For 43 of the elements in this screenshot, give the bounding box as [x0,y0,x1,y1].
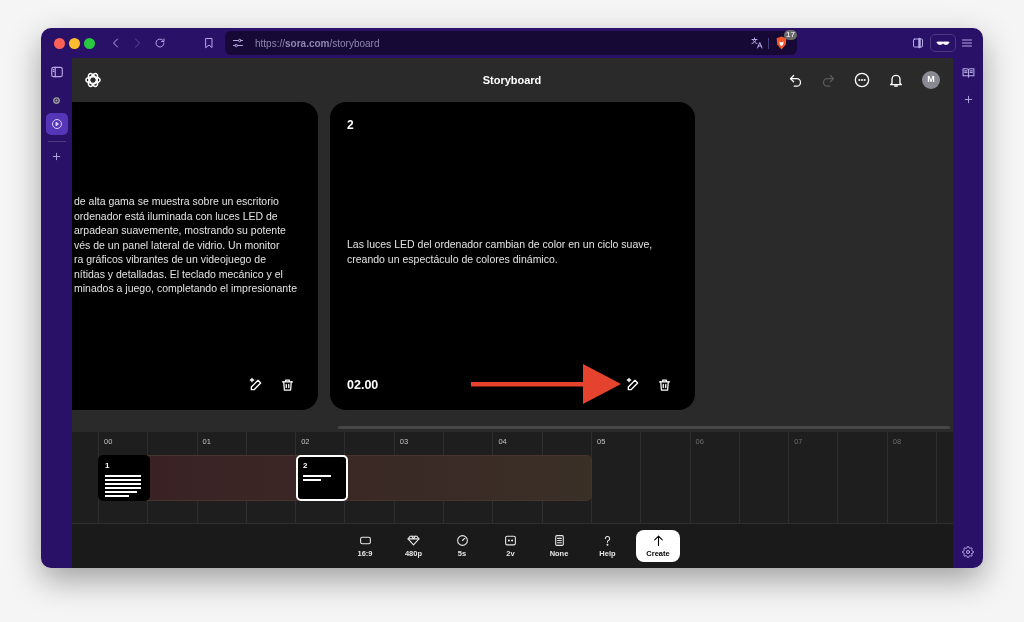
gear-icon[interactable] [962,546,974,558]
clip-thumbnail[interactable]: 2 [296,455,348,501]
tune-icon[interactable] [232,37,244,49]
text-lines-icon [303,475,331,483]
scene-number: 2 [347,117,354,134]
shield-icon[interactable] [775,36,788,50]
bookmark-icon[interactable] [203,37,215,49]
scene-time: 02.00 [347,376,379,394]
more-icon[interactable] [854,72,870,88]
scene-description: Las luces LED del ordenador cambian de color en un ciclo suave, creando un espectáculo de colores dinámico. [347,237,654,267]
minimize-window-button[interactable] [69,37,80,49]
zoom-window-button[interactable] [84,37,95,49]
ring-icon[interactable] [52,95,61,105]
clip-thumbnail[interactable]: 1 [98,455,150,501]
dots-square-icon [504,534,517,547]
bell-icon[interactable] [888,72,904,88]
book-icon[interactable] [961,66,975,79]
plus-icon[interactable] [51,151,62,162]
trash-icon[interactable] [657,377,672,393]
scene-description: de alta gama se muestra sobre un escritorio ordenador está iluminada con luces LED de arpadean suavemente, mostrando su potente vés de un panel lateral de vidrio. Un monitor ra gráficos vibrantes de un videojuego de nítidas y detalladas. El teclado mecánico y el minados a juego, completando el impresionante [74,193,297,297]
address-bar[interactable]: https://sora.com/storyboard 17 [225,31,797,55]
url-text[interactable]: https://sora.com/storyboard [255,35,380,51]
close-window-button[interactable] [54,37,65,49]
reload-icon[interactable] [154,37,166,49]
menu-icon[interactable] [961,37,973,49]
plus-icon[interactable] [962,94,974,105]
arrow-up-icon [651,534,665,547]
rectangle-icon [358,534,372,547]
translate-icon[interactable] [751,37,763,49]
atom-logo-icon[interactable] [84,71,102,89]
pencil-sparkle-icon[interactable] [625,377,641,393]
gem-icon [407,534,420,547]
reader-button[interactable] [930,34,956,52]
timer-icon [455,534,469,547]
count-badge: 17 [784,30,797,40]
undo-icon[interactable] [788,72,803,88]
trash-icon[interactable] [280,377,295,393]
sidebar-toggle-icon[interactable] [912,37,924,49]
page-title: Storyboard [482,72,542,88]
text-lines-icon [105,475,141,499]
pencil-sparkle-icon[interactable] [248,377,264,393]
document-icon [552,534,566,547]
side-panel-icon[interactable] [49,65,64,79]
